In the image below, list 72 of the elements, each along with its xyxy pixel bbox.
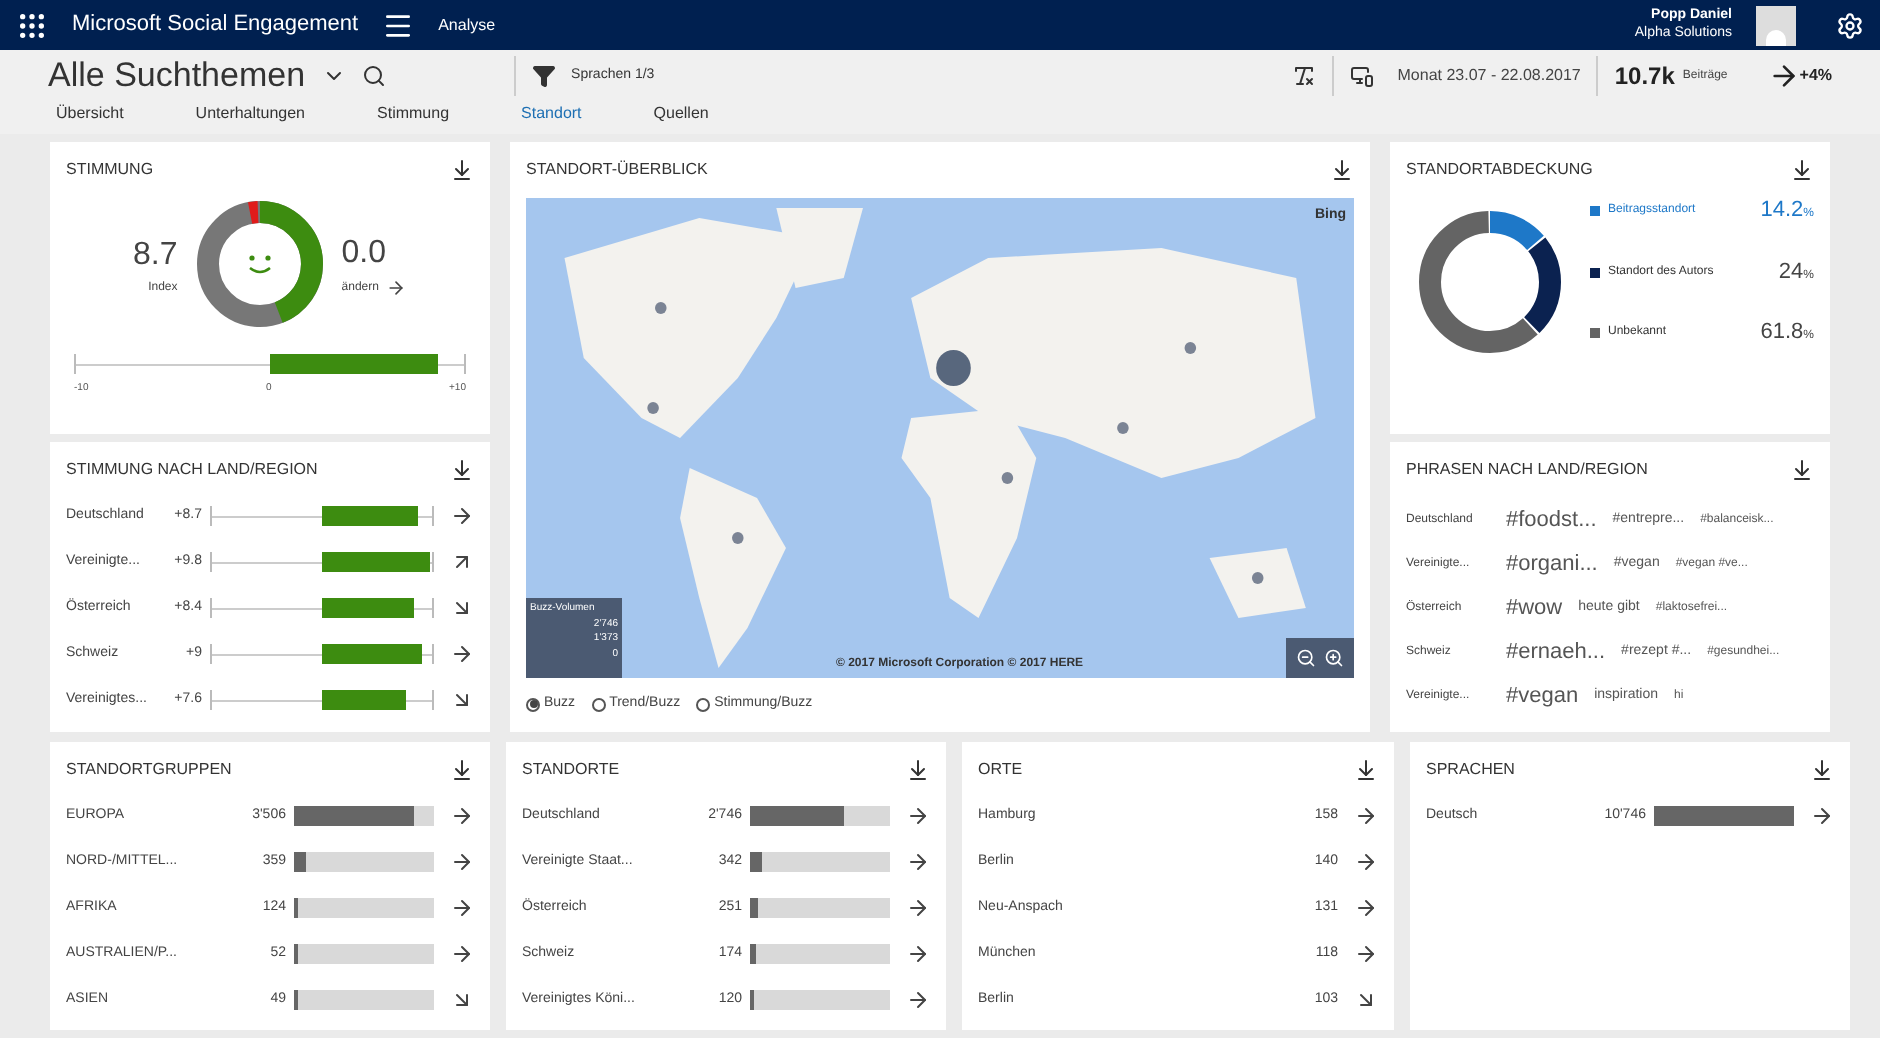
tab[interactable]: Übersicht	[56, 102, 124, 126]
right-arrow-icon[interactable]	[450, 804, 474, 828]
app-title: Microsoft Social Engagement	[72, 10, 359, 41]
right-arrow-icon[interactable]	[450, 942, 474, 966]
down-right-arrow-icon[interactable]	[450, 988, 474, 1012]
phrase[interactable]: #ernaeh...	[1506, 635, 1606, 669]
nav-label[interactable]: Analyse	[438, 13, 496, 37]
right-arrow-icon[interactable]	[450, 642, 474, 666]
right-arrow-icon[interactable]	[1354, 804, 1378, 828]
right-arrow-icon[interactable]	[906, 896, 930, 920]
avatar[interactable]	[1756, 5, 1796, 45]
card-title: STANDORT-ÜBERBLICK	[526, 158, 708, 182]
card-title: STANDORTABDECKUNG	[1406, 158, 1593, 182]
right-arrow-icon[interactable]	[1354, 850, 1378, 874]
download-icon[interactable]	[1354, 758, 1378, 782]
devices-icon[interactable]	[1349, 64, 1374, 88]
download-icon[interactable]	[1330, 158, 1354, 182]
phrase[interactable]: #organi...	[1506, 547, 1598, 581]
settings-icon[interactable]	[1836, 11, 1864, 39]
smiley-donut-drawing	[193, 198, 326, 330]
download-icon[interactable]	[1810, 758, 1834, 782]
search-icon[interactable]	[361, 64, 386, 88]
right-arrow-icon[interactable]	[906, 804, 930, 828]
app-launcher-icon[interactable]	[16, 9, 48, 41]
download-icon[interactable]	[450, 458, 474, 482]
download-icon[interactable]	[906, 758, 930, 782]
download-icon[interactable]	[1790, 158, 1814, 182]
right-arrow-icon[interactable]	[906, 942, 930, 966]
down-right-arrow-icon[interactable]	[1354, 988, 1378, 1012]
menu-icon[interactable]	[382, 9, 415, 41]
right-arrow-icon	[386, 278, 407, 298]
card-title: ORTE	[978, 758, 1023, 782]
down-right-arrow-icon[interactable]	[450, 688, 474, 712]
clear-filter-icon[interactable]	[1291, 64, 1316, 88]
index-value: 8.7	[133, 235, 178, 275]
right-arrow-icon[interactable]	[906, 850, 930, 874]
card-title: STIMMUNG NACH LAND/REGION	[66, 458, 318, 482]
right-arrow-icon[interactable]	[1354, 942, 1378, 966]
trend-value: +4%	[1799, 64, 1832, 88]
tab[interactable]: Stimmung	[377, 102, 450, 126]
radio-icon[interactable]	[526, 697, 540, 712]
right-arrow-icon[interactable]	[906, 988, 930, 1012]
card-title: STANDORTE	[522, 758, 620, 782]
phrase[interactable]: #foodst...	[1506, 503, 1597, 537]
down-right-arrow-icon[interactable]	[450, 596, 474, 620]
radio-icon[interactable]	[591, 697, 606, 712]
zoom-out-icon[interactable]	[1296, 648, 1316, 668]
right-arrow-icon[interactable]	[450, 850, 474, 874]
phrase[interactable]: #wow	[1506, 591, 1563, 625]
right-arrow-icon[interactable]	[450, 504, 474, 528]
card-title: PHRASEN NACH LAND/REGION	[1406, 458, 1648, 482]
up-right-arrow-icon[interactable]	[450, 550, 474, 574]
card-title: STIMMUNG	[66, 158, 154, 182]
change-value: 0.0	[341, 234, 387, 274]
date-range[interactable]: Monat 23.07 - 22.08.2017	[1397, 64, 1581, 88]
card-title: STANDORTGRUPPEN	[66, 758, 232, 782]
phrase[interactable]: #vegan	[1506, 679, 1579, 713]
download-icon[interactable]	[450, 758, 474, 782]
radio-icon[interactable]	[696, 697, 711, 712]
zoom-in-icon[interactable]	[1324, 648, 1344, 668]
card-title: SPRACHEN	[1426, 758, 1515, 782]
right-arrow-icon[interactable]	[1810, 804, 1834, 828]
page-title: Alle Suchthemen	[48, 54, 306, 99]
filter-icon[interactable]	[531, 64, 556, 88]
right-arrow-icon[interactable]	[1354, 896, 1378, 920]
tab[interactable]: Quellen	[653, 102, 709, 126]
download-icon[interactable]	[450, 158, 474, 182]
post-count: 10.7k	[1614, 60, 1675, 94]
download-icon[interactable]	[1790, 458, 1814, 482]
right-arrow-icon[interactable]	[450, 896, 474, 920]
tab[interactable]: Standort	[521, 102, 582, 126]
tab[interactable]: Unterhaltungen	[195, 102, 306, 126]
